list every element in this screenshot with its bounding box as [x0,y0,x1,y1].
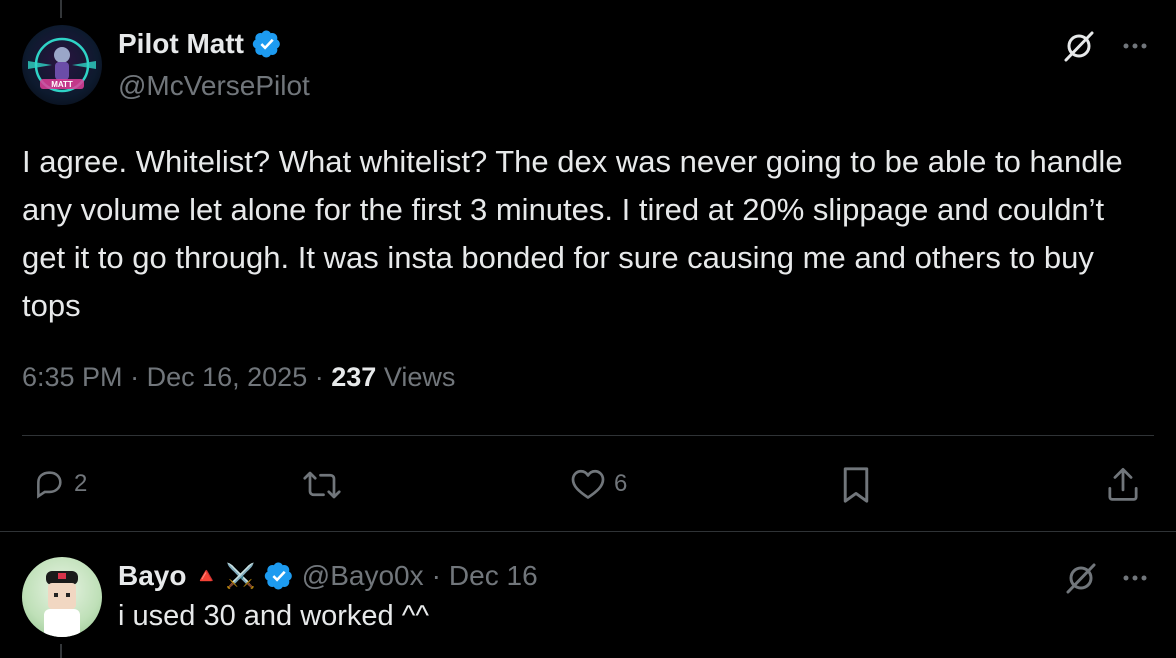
author-name[interactable]: Pilot Matt [118,28,244,60]
avatar-logo-text: MATT [51,80,73,89]
more-icon[interactable] [1120,31,1150,61]
retweet-button[interactable] [302,467,342,503]
views-count: 237 [331,362,377,392]
reply-separator: · [431,560,441,591]
reply-avatar[interactable] [22,557,102,637]
reply-count: 2 [74,470,88,497]
tweet-date[interactable]: Dec 16, 2025 [147,362,308,392]
like-count: 6 [614,470,628,497]
tweet-time[interactable]: 6:35 PM [22,362,123,392]
author-handle[interactable]: @McVersePilot [118,70,310,102]
avatar[interactable]: MATT [22,25,102,105]
divider [22,435,1154,436]
meta-separator: · [314,362,324,392]
share-button[interactable] [1105,465,1141,503]
meta-separator: · [130,362,140,392]
more-icon[interactable] [1120,563,1150,593]
reply-icon [37,471,62,499]
like-icon [571,469,605,499]
share-icon [1108,467,1138,501]
tweet-text: I agree. Whitelist? What whitelist? The … [22,144,1123,323]
divider [0,531,1176,532]
reply-date[interactable]: Dec 16 [449,560,538,592]
verified-badge-icon [252,30,280,58]
bookmark-icon [843,467,869,503]
grok-icon[interactable] [1062,29,1096,63]
like-button[interactable]: 6 [570,467,627,501]
views-label: Views [383,362,456,392]
reply-text: i used 30 and worked ^^ [118,600,429,632]
thread-line [60,644,62,658]
reply-button[interactable]: 2 [32,467,87,501]
verified-badge-icon [264,562,292,590]
reply-author-name[interactable]: Bayo [118,560,186,592]
triangle-emoji: 🔺 [192,563,220,588]
author-name-row: Pilot Matt [118,28,282,60]
reply-avatar-image [44,571,80,637]
avatar-image: MATT [28,37,96,93]
retweet-icon [303,471,341,499]
tweet-meta: 6:35 PM · Dec 16, 2025 · 237 Views [22,362,455,393]
author-handle-row: @McVersePilot [118,70,310,102]
swords-emoji: ⚔️ [225,562,256,590]
thread-line [60,0,62,18]
reply-author-handle[interactable]: @Bayo0x [302,560,424,592]
bookmark-button[interactable] [840,465,872,505]
reply-header: Bayo 🔺 ⚔️ @Bayo0x · Dec 16 [118,560,538,592]
grok-icon[interactable] [1064,561,1098,595]
